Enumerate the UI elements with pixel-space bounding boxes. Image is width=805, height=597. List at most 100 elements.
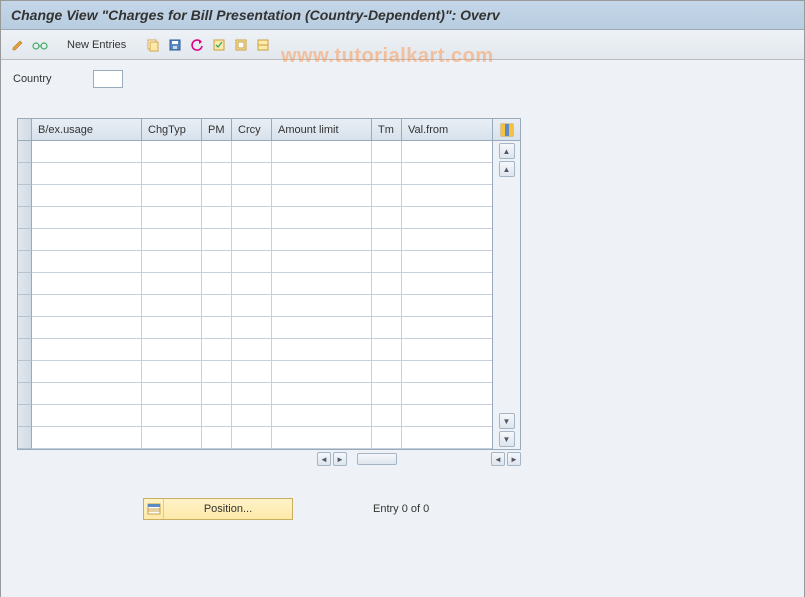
hscroll-left2-icon[interactable]: ◄: [491, 452, 505, 466]
cell-pm[interactable]: [202, 427, 232, 449]
cell-valfrom[interactable]: [402, 317, 492, 339]
new-entries-button[interactable]: New Entries: [59, 37, 134, 53]
cell-amount[interactable]: [272, 251, 372, 273]
scroll-down2-icon[interactable]: ▼: [499, 431, 515, 447]
row-handle[interactable]: [18, 229, 32, 251]
cell-chgtyp[interactable]: [142, 317, 202, 339]
cell-chgtyp[interactable]: [142, 163, 202, 185]
scroll-down-icon[interactable]: ▼: [499, 413, 515, 429]
hscroll-right-icon[interactable]: ►: [333, 452, 347, 466]
glasses-icon[interactable]: [31, 36, 49, 54]
change-icon[interactable]: [9, 36, 27, 54]
row-handle[interactable]: [18, 427, 32, 449]
row-handle[interactable]: [18, 317, 32, 339]
hscroll-track[interactable]: [357, 453, 397, 465]
cell-bex[interactable]: [32, 361, 142, 383]
cell-tm[interactable]: [372, 339, 402, 361]
cell-tm[interactable]: [372, 427, 402, 449]
cell-bex[interactable]: [32, 405, 142, 427]
cell-tm[interactable]: [372, 141, 402, 163]
cell-chgtyp[interactable]: [142, 405, 202, 427]
row-handle[interactable]: [18, 405, 32, 427]
cell-chgtyp[interactable]: [142, 229, 202, 251]
cell-pm[interactable]: [202, 229, 232, 251]
cell-chgtyp[interactable]: [142, 383, 202, 405]
col-header-chgtyp[interactable]: ChgTyp: [142, 119, 202, 141]
row-handle[interactable]: [18, 383, 32, 405]
row-handle[interactable]: [18, 141, 32, 163]
col-header-tm[interactable]: Tm: [372, 119, 402, 141]
cell-valfrom[interactable]: [402, 361, 492, 383]
scroll-up2-icon[interactable]: ▲: [499, 161, 515, 177]
col-header-amount[interactable]: Amount limit: [272, 119, 372, 141]
cell-amount[interactable]: [272, 405, 372, 427]
row-handle[interactable]: [18, 207, 32, 229]
cell-pm[interactable]: [202, 207, 232, 229]
cell-amount[interactable]: [272, 141, 372, 163]
cell-pm[interactable]: [202, 383, 232, 405]
cell-amount[interactable]: [272, 185, 372, 207]
cell-bex[interactable]: [32, 317, 142, 339]
cell-bex[interactable]: [32, 207, 142, 229]
row-handle[interactable]: [18, 251, 32, 273]
cell-crcy[interactable]: [232, 273, 272, 295]
scroll-up-icon[interactable]: ▲: [499, 143, 515, 159]
cell-crcy[interactable]: [232, 141, 272, 163]
cell-pm[interactable]: [202, 339, 232, 361]
cell-bex[interactable]: [32, 141, 142, 163]
row-handle[interactable]: [18, 163, 32, 185]
cell-bex[interactable]: [32, 185, 142, 207]
cell-chgtyp[interactable]: [142, 295, 202, 317]
corner-cell[interactable]: [18, 119, 32, 141]
cell-crcy[interactable]: [232, 405, 272, 427]
cell-chgtyp[interactable]: [142, 361, 202, 383]
cell-valfrom[interactable]: [402, 273, 492, 295]
position-button[interactable]: Position...: [143, 498, 293, 520]
cell-bex[interactable]: [32, 427, 142, 449]
cell-crcy[interactable]: [232, 427, 272, 449]
col-header-valfrom[interactable]: Val.from: [402, 119, 492, 141]
cell-chgtyp[interactable]: [142, 207, 202, 229]
cell-valfrom[interactable]: [402, 229, 492, 251]
cell-pm[interactable]: [202, 273, 232, 295]
cell-pm[interactable]: [202, 251, 232, 273]
cell-crcy[interactable]: [232, 251, 272, 273]
cell-amount[interactable]: [272, 295, 372, 317]
cell-valfrom[interactable]: [402, 383, 492, 405]
deselect-all-icon[interactable]: [232, 36, 250, 54]
cell-amount[interactable]: [272, 427, 372, 449]
cell-tm[interactable]: [372, 295, 402, 317]
hscroll-right2-icon[interactable]: ►: [507, 452, 521, 466]
row-handle[interactable]: [18, 295, 32, 317]
col-header-bex[interactable]: B/ex.usage: [32, 119, 142, 141]
cell-bex[interactable]: [32, 229, 142, 251]
cell-crcy[interactable]: [232, 339, 272, 361]
cell-tm[interactable]: [372, 185, 402, 207]
cell-tm[interactable]: [372, 361, 402, 383]
cell-chgtyp[interactable]: [142, 273, 202, 295]
cell-amount[interactable]: [272, 361, 372, 383]
cell-amount[interactable]: [272, 273, 372, 295]
cell-valfrom[interactable]: [402, 405, 492, 427]
cell-pm[interactable]: [202, 163, 232, 185]
cell-valfrom[interactable]: [402, 163, 492, 185]
cell-pm[interactable]: [202, 185, 232, 207]
cell-pm[interactable]: [202, 361, 232, 383]
cell-tm[interactable]: [372, 163, 402, 185]
cell-pm[interactable]: [202, 295, 232, 317]
cell-amount[interactable]: [272, 383, 372, 405]
copy-icon[interactable]: [144, 36, 162, 54]
cell-valfrom[interactable]: [402, 427, 492, 449]
row-handle[interactable]: [18, 185, 32, 207]
cell-amount[interactable]: [272, 163, 372, 185]
hscroll-left-icon[interactable]: ◄: [317, 452, 331, 466]
cell-valfrom[interactable]: [402, 339, 492, 361]
cell-chgtyp[interactable]: [142, 339, 202, 361]
cell-valfrom[interactable]: [402, 185, 492, 207]
cell-crcy[interactable]: [232, 163, 272, 185]
row-handle[interactable]: [18, 273, 32, 295]
cell-valfrom[interactable]: [402, 251, 492, 273]
cell-valfrom[interactable]: [402, 141, 492, 163]
cell-amount[interactable]: [272, 339, 372, 361]
country-input[interactable]: [93, 70, 123, 88]
